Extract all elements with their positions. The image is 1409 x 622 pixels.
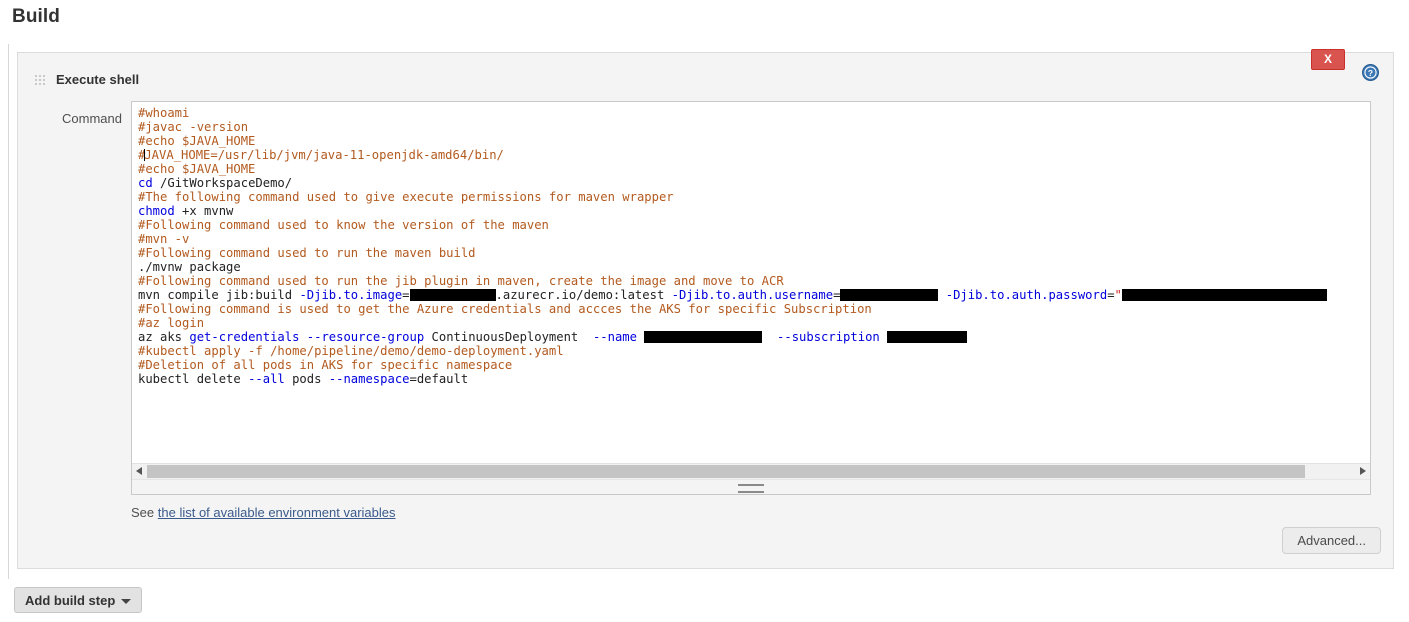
code-token: #Following command used to run the maven… xyxy=(138,246,476,260)
build-step-panel: Execute shell Command #whoami #javac -ver… xyxy=(17,52,1394,569)
code-token: kubectl delete xyxy=(138,372,249,386)
code-line: kubectl delete --all pods --namespace=de… xyxy=(138,372,1370,386)
add-build-step-button[interactable]: Add build step xyxy=(14,587,143,613)
env-vars-link[interactable]: the list of available environment variab… xyxy=(158,505,396,520)
redacted-value xyxy=(644,331,763,343)
code-token: .azurecr.io/demo:latest xyxy=(495,288,672,302)
code-token: cd xyxy=(138,176,153,190)
help-circle-icon[interactable]: ? xyxy=(1362,64,1379,81)
code-token: mvn compile jib:build xyxy=(138,288,300,302)
code-token: +x mvnw xyxy=(174,204,234,218)
code-token: #javac -version xyxy=(138,120,249,134)
code-line: #whoami xyxy=(138,106,1370,120)
code-line: #The following command used to give exec… xyxy=(138,190,1370,204)
code-token: #The following command used to give exec… xyxy=(138,190,674,204)
code-token: =default xyxy=(409,372,469,386)
build-step-header: Execute shell xyxy=(18,53,1393,89)
env-vars-help-line: See the list of available environment va… xyxy=(131,505,396,520)
code-token: = xyxy=(833,288,841,302)
redacted-value xyxy=(840,289,939,301)
drag-handle-icon[interactable] xyxy=(34,74,47,87)
code-token: chmod xyxy=(138,204,175,218)
code-token: --namespace xyxy=(328,372,410,386)
scrollbar-thumb[interactable] xyxy=(147,465,1305,478)
code-token: JAVA_HOME=/usr/lib/jvm/java-11-openjdk-a… xyxy=(144,148,504,162)
see-prefix-label: See xyxy=(131,505,155,520)
add-build-step-label: Add build step xyxy=(25,592,116,608)
page-title: Build xyxy=(12,6,60,27)
code-token: #kubectl apply -f /home/pipeline/demo/de… xyxy=(138,344,564,358)
code-token: --subscription xyxy=(777,330,880,344)
code-line: az aks get-credentials --resource-group … xyxy=(138,330,1370,344)
code-line: #javac -version xyxy=(138,120,1370,134)
command-textarea[interactable]: #whoami #javac -version #echo $JAVA_HOME #J… xyxy=(131,101,1371,495)
code-line: #kubectl apply -f /home/pipeline/demo/de… xyxy=(138,344,1370,358)
code-token: /GitWorkspaceDemo/ xyxy=(152,176,293,190)
build-step-title: Execute shell xyxy=(56,72,140,87)
code-line: #Following command used to run the maven… xyxy=(138,246,1370,260)
code-token: = xyxy=(402,288,410,302)
redacted-value xyxy=(1121,289,1327,301)
command-code-content[interactable]: #whoami #javac -version #echo $JAVA_HOME #J… xyxy=(132,102,1370,466)
code-token: #whoami xyxy=(138,106,190,120)
code-token: --name xyxy=(592,330,637,344)
code-token: #Deletion of all pods in AKS for specifi… xyxy=(138,358,513,372)
code-token: #Following command used to run the jib p… xyxy=(138,274,784,288)
code-token: ./mvnw package xyxy=(138,260,241,274)
code-line: #Following command used to run the jib p… xyxy=(138,274,1370,288)
redacted-value xyxy=(887,331,968,343)
code-token: #echo $JAVA_HOME xyxy=(138,134,256,148)
code-line: cd /GitWorkspaceDemo/ xyxy=(138,176,1370,190)
arrow-left-icon[interactable] xyxy=(132,464,147,479)
advanced-button[interactable]: Advanced... xyxy=(1282,527,1381,554)
code-token: #Following command is used to get the Az… xyxy=(138,302,872,316)
code-token: -Djib.to.auth.username xyxy=(671,288,834,302)
code-token: pods xyxy=(284,372,329,386)
delete-build-step-button[interactable]: X xyxy=(1311,49,1345,70)
code-token: get-credentials xyxy=(189,330,300,344)
code-token: --resource-group xyxy=(306,330,425,344)
code-line: #mvn -v xyxy=(138,232,1370,246)
command-label: Command xyxy=(62,111,122,126)
code-line: #az login xyxy=(138,316,1370,330)
code-token: -Djib.to.auth.password xyxy=(945,288,1108,302)
chevron-down-icon xyxy=(121,599,132,604)
command-horizontal-scrollbar[interactable] xyxy=(132,463,1370,479)
build-steps-section: Execute shell Command #whoami #javac -ver… xyxy=(8,44,1401,579)
code-token: #az login xyxy=(138,316,205,330)
redacted-value xyxy=(409,289,496,301)
arrow-right-icon[interactable] xyxy=(1355,464,1370,479)
resize-handle-icon[interactable] xyxy=(738,484,764,493)
code-token: #echo $JAVA_HOME xyxy=(138,162,256,176)
svg-text:?: ? xyxy=(1368,68,1373,78)
code-token: --all xyxy=(248,372,285,386)
code-line: #Following command is used to get the Az… xyxy=(138,302,1370,316)
code-line: ./mvnw package xyxy=(138,260,1370,274)
code-line: #echo $JAVA_HOME xyxy=(138,134,1370,148)
code-token: az aks xyxy=(138,330,190,344)
code-token: ContinuousDeployment xyxy=(424,330,593,344)
code-line: #JAVA_HOME=/usr/lib/jvm/java-11-openjdk-… xyxy=(138,148,1370,162)
code-line: #Following command used to know the vers… xyxy=(138,218,1370,232)
code-line: #echo $JAVA_HOME xyxy=(138,162,1370,176)
code-token: #Following command used to know the vers… xyxy=(138,218,549,232)
code-line: #Deletion of all pods in AKS for specifi… xyxy=(138,358,1370,372)
code-token: -Djib.to.image xyxy=(299,288,403,302)
code-token: " xyxy=(1114,288,1122,302)
code-line: mvn compile jib:build -Djib.to.image= .az… xyxy=(138,288,1370,302)
code-token: #mvn -v xyxy=(138,232,190,246)
textarea-resize-strip xyxy=(132,479,1370,494)
code-token: = xyxy=(1107,288,1115,302)
code-line: chmod +x mvnw xyxy=(138,204,1370,218)
